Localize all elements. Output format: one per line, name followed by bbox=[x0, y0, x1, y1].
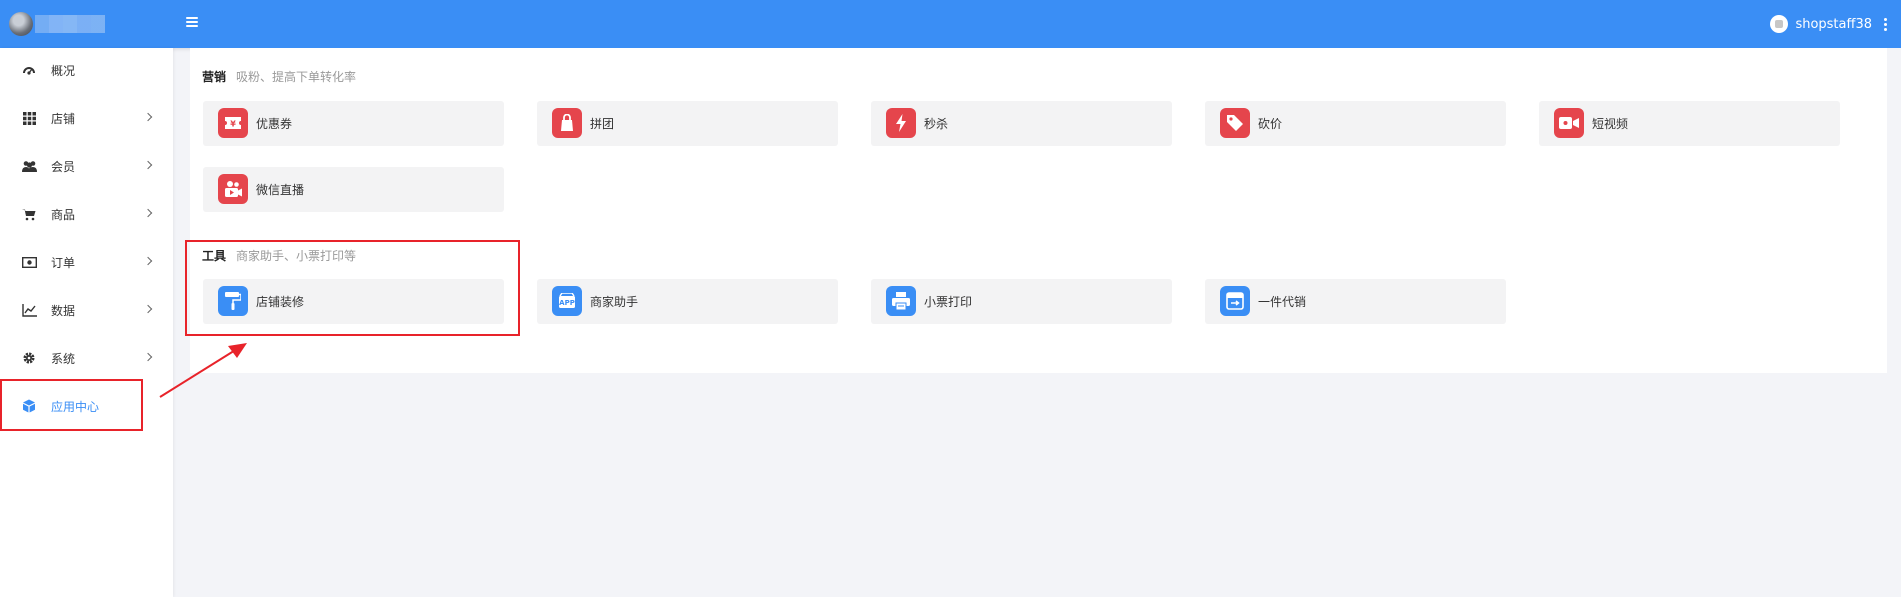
brand-name-redacted bbox=[35, 15, 105, 33]
svg-text:¥: ¥ bbox=[230, 120, 236, 129]
sidebar-item-orders[interactable]: 订单 bbox=[0, 240, 173, 284]
brand-avatar bbox=[9, 12, 33, 36]
sidebar-item-label: 订单 bbox=[51, 255, 76, 270]
sidebar-item-overview[interactable]: 概况 bbox=[0, 48, 173, 92]
sidebar-item-label: 商品 bbox=[51, 207, 76, 222]
app-card-wechat-live[interactable]: 微信直播 bbox=[203, 167, 504, 212]
hamburger-icon[interactable] bbox=[186, 17, 198, 29]
sidebar-item-label: 系统 bbox=[51, 351, 76, 366]
app-card-coupon[interactable]: ¥ 优惠券 bbox=[203, 101, 504, 146]
printer-icon bbox=[886, 286, 916, 316]
app-center-panel: 营销 吸粉、提高下单转化率 ¥ 优惠券 拼团 秒杀 砍价 短视频 微信直播 工具… bbox=[190, 48, 1887, 373]
cube-icon bbox=[21, 398, 37, 414]
app-card-label: 优惠券 bbox=[256, 117, 293, 131]
app-card-label: 小票打印 bbox=[924, 295, 973, 309]
app-card-label: 秒杀 bbox=[924, 117, 949, 131]
tools-section-header: 工具 商家助手、小票打印等 bbox=[202, 247, 356, 264]
app-card-label: 拼团 bbox=[590, 117, 615, 131]
section-title: 工具 bbox=[202, 249, 227, 263]
app-card-label: 短视频 bbox=[1592, 117, 1629, 131]
money-icon bbox=[21, 254, 37, 270]
cart-icon bbox=[21, 206, 37, 222]
sidebar-item-label: 店铺 bbox=[51, 111, 76, 126]
sidebar-item-label: 会员 bbox=[51, 159, 76, 174]
sidebar-item-label: 数据 bbox=[51, 303, 76, 318]
coupon-icon: ¥ bbox=[218, 108, 248, 138]
section-description: 吸粉、提高下单转化率 bbox=[236, 70, 357, 84]
chevron-right-icon bbox=[143, 304, 153, 314]
flash-icon bbox=[886, 108, 916, 138]
chart-icon bbox=[21, 302, 37, 318]
grid-icon bbox=[21, 110, 37, 126]
video-icon bbox=[1554, 108, 1584, 138]
live-camera-icon bbox=[218, 174, 248, 204]
vertical-dots-icon[interactable] bbox=[1884, 17, 1887, 31]
sidebar-item-label: 概况 bbox=[51, 63, 76, 78]
brand-logo[interactable] bbox=[9, 12, 105, 36]
top-bar: shopstaff38 bbox=[0, 0, 1901, 48]
users-icon bbox=[21, 158, 37, 174]
sidebar-item-label: 应用中心 bbox=[51, 399, 100, 414]
app-card-bargain[interactable]: 砍价 bbox=[1205, 101, 1506, 146]
sidebar-item-data[interactable]: 数据 bbox=[0, 288, 173, 332]
sidebar-item-members[interactable]: 会员 bbox=[0, 144, 173, 188]
paint-roller-icon bbox=[218, 286, 248, 316]
app-assistant-icon: APP bbox=[552, 286, 582, 316]
dashboard-icon bbox=[21, 62, 37, 78]
section-title: 营销 bbox=[202, 70, 227, 84]
price-tag-icon bbox=[1220, 108, 1250, 138]
sidebar-item-products[interactable]: 商品 bbox=[0, 192, 173, 236]
app-card-label: 店铺装修 bbox=[256, 295, 305, 309]
app-card-group-buy[interactable]: 拼团 bbox=[537, 101, 838, 146]
chevron-right-icon bbox=[143, 112, 153, 122]
app-card-dropshipping[interactable]: 一件代销 bbox=[1205, 279, 1506, 324]
app-card-label: 砍价 bbox=[1258, 117, 1283, 131]
user-avatar bbox=[1770, 15, 1789, 33]
scrollbar-track[interactable] bbox=[1887, 48, 1901, 597]
sidebar: 概况 店铺 会员 商品 订单 数据 系统 应用中心 bbox=[0, 48, 173, 597]
chevron-right-icon bbox=[143, 352, 153, 362]
app-card-label: 一件代销 bbox=[1258, 295, 1307, 309]
chevron-right-icon bbox=[143, 256, 153, 266]
sidebar-item-system[interactable]: 系统 bbox=[0, 336, 173, 380]
app-card-label: 商家助手 bbox=[590, 295, 639, 309]
app-card-merchant-assistant[interactable]: APP 商家助手 bbox=[537, 279, 838, 324]
svg-text:APP: APP bbox=[559, 299, 575, 307]
app-card-label: 微信直播 bbox=[256, 183, 305, 197]
sidebar-item-store[interactable]: 店铺 bbox=[0, 96, 173, 140]
marketing-section-header: 营销 吸粉、提高下单转化率 bbox=[202, 68, 356, 85]
app-card-short-video[interactable]: 短视频 bbox=[1539, 101, 1840, 146]
section-description: 商家助手、小票打印等 bbox=[236, 249, 357, 263]
dropship-icon bbox=[1220, 286, 1250, 316]
app-card-flash-sale[interactable]: 秒杀 bbox=[871, 101, 1172, 146]
app-card-receipt-printing[interactable]: 小票打印 bbox=[871, 279, 1172, 324]
user-name: shopstaff38 bbox=[1795, 16, 1872, 32]
chevron-right-icon bbox=[143, 160, 153, 170]
user-menu[interactable]: shopstaff38 bbox=[1770, 14, 1887, 34]
group-bag-icon bbox=[552, 108, 582, 138]
chevron-right-icon bbox=[143, 208, 153, 218]
gear-icon bbox=[21, 350, 37, 366]
app-card-store-decoration[interactable]: 店铺装修 bbox=[203, 279, 504, 324]
sidebar-item-app-center[interactable]: 应用中心 bbox=[0, 384, 173, 428]
